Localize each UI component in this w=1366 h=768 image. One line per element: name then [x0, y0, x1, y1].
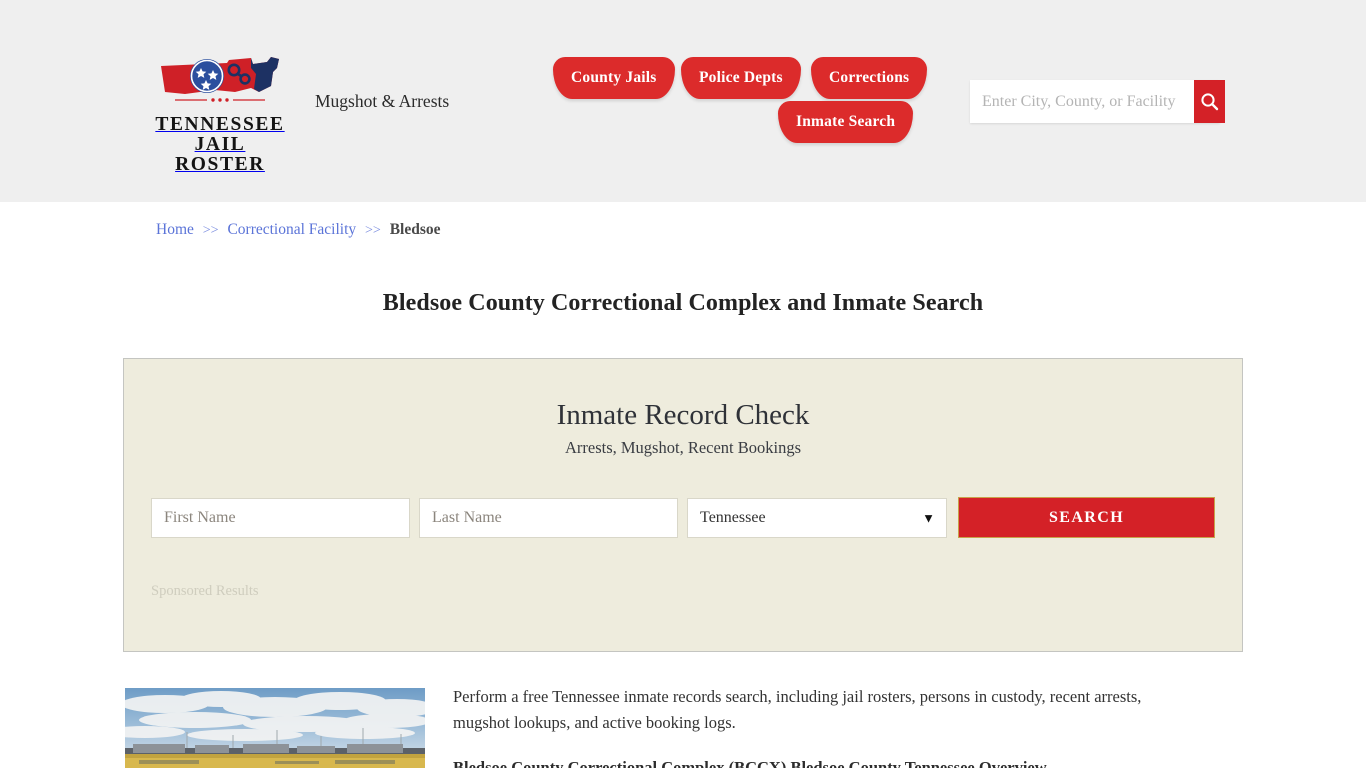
site-tagline: Mugshot & Arrests	[315, 91, 450, 111]
facility-photo	[125, 688, 425, 768]
sponsored-results-label: Sponsored Results	[151, 583, 259, 599]
tennessee-state-handcuffs-icon	[161, 57, 279, 102]
facility-photo-image	[125, 688, 425, 768]
intro-paragraph: Perform a free Tennessee inmate records …	[453, 688, 1142, 733]
content-section: Perform a free Tennessee inmate records …	[0, 688, 1366, 768]
panel-title: Inmate Record Check	[556, 399, 810, 431]
inmate-search-form: TennesseeAlabamaGeorgiaKentuckyMississip…	[151, 497, 1215, 538]
header-search-input[interactable]	[970, 80, 1194, 123]
logo-line-1: TENNESSEE	[155, 114, 285, 135]
site-logo[interactable]: TENNESSEE JAIL ROSTER	[155, 52, 285, 175]
search-icon	[1201, 93, 1219, 111]
last-name-input[interactable]	[419, 497, 679, 538]
search-submit-button[interactable]: SEARCH	[958, 497, 1215, 538]
breadcrumb-home[interactable]: Home	[156, 221, 194, 238]
first-name-input[interactable]	[151, 497, 411, 538]
breadcrumb-current: Bledsoe	[389, 221, 441, 238]
breadcrumb: Home >> Correctional Facility >> Bledsoe	[156, 221, 441, 239]
nav-inmate-search[interactable]: Inmate Search	[778, 101, 914, 143]
panel-subtitle: Arrests, Mugshot, Recent Bookings	[564, 438, 802, 457]
overview-heading: Bledsoe County Correctional Complex (BCC…	[453, 758, 1047, 768]
nav-corrections[interactable]: Corrections	[811, 57, 928, 99]
header-search	[970, 80, 1225, 123]
primary-nav: County Jails Police Depts Corrections In…	[553, 57, 933, 147]
breadcrumb-separator: >>	[365, 223, 381, 238]
nav-police-depts[interactable]: Police Depts	[681, 57, 801, 99]
header-search-button[interactable]	[1194, 80, 1225, 123]
state-select-wrapper: TennesseeAlabamaGeorgiaKentuckyMississip…	[687, 497, 948, 538]
site-header: TENNESSEE JAIL ROSTER Mugshot & Arrests …	[0, 0, 1366, 202]
state-select[interactable]: TennesseeAlabamaGeorgiaKentuckyMississip…	[687, 497, 948, 538]
logo-line-2: JAIL ROSTER	[175, 134, 265, 176]
content-copy: Perform a free Tennessee inmate records …	[453, 688, 1198, 768]
logo-wordmark: TENNESSEE JAIL ROSTER	[155, 114, 285, 176]
nav-county-jails[interactable]: County Jails	[553, 57, 675, 99]
inmate-record-check-panel: Inmate Record Check Arrests, Mugshot, Re…	[123, 358, 1243, 652]
page-title: Bledsoe County Correctional Complex and …	[382, 290, 984, 317]
breadcrumb-correctional-facility[interactable]: Correctional Facility	[227, 221, 356, 238]
breadcrumb-separator: >>	[202, 223, 219, 238]
